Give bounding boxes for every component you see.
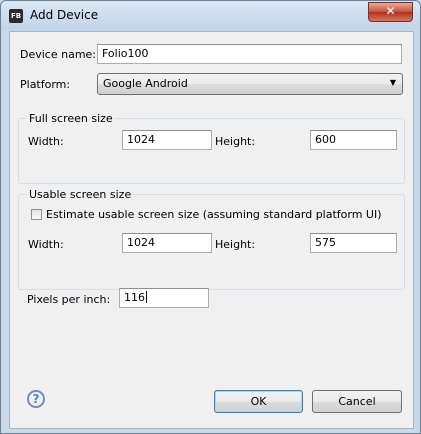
ppi-value: 116 [124, 291, 145, 304]
usable-width-label: Width: [28, 238, 64, 251]
usable-height-input[interactable]: 575 [310, 233, 397, 253]
estimate-checkbox-label[interactable]: Estimate usable screen size (assuming st… [46, 208, 382, 221]
ppi-label: Pixels per inch: [27, 293, 111, 306]
dialog-title: Add Device [30, 8, 99, 22]
device-name-label: Device name: [20, 48, 97, 61]
usable-screen-size-group: Usable screen size Estimate usable scree… [18, 188, 405, 290]
usable-height-label: Height: [215, 238, 256, 251]
add-device-dialog: FB Add Device ✕ Device name: Folio100 Pl… [0, 0, 421, 434]
full-screen-size-title: Full screen size [27, 112, 115, 125]
ok-button[interactable]: OK [214, 390, 303, 413]
full-width-label: Width: [28, 135, 64, 148]
title-bar[interactable]: FB Add Device ✕ [1, 1, 420, 31]
help-icon[interactable]: ? [27, 390, 45, 408]
full-height-label: Height: [215, 135, 256, 148]
app-icon: FB [9, 9, 23, 23]
platform-selected-value: Google Android [103, 77, 188, 90]
device-name-input[interactable]: Folio100 [97, 44, 402, 64]
full-width-input[interactable]: 1024 [122, 130, 212, 150]
dialog-content: Device name: Folio100 Platform: Google A… [9, 31, 414, 429]
chevron-down-icon: ▼ [389, 78, 396, 87]
full-height-input[interactable]: 600 [310, 130, 397, 150]
close-button[interactable]: ✕ [368, 2, 413, 22]
platform-select[interactable]: Google Android ▼ [97, 73, 403, 95]
ppi-input[interactable]: 116 [119, 288, 209, 308]
full-screen-size-group: Full screen size Width: 1024 Height: 600 [18, 112, 405, 184]
usable-width-input[interactable]: 1024 [122, 233, 212, 253]
usable-screen-size-title: Usable screen size [27, 188, 134, 201]
estimate-checkbox[interactable] [31, 209, 42, 220]
text-caret [146, 291, 147, 303]
cancel-button[interactable]: Cancel [312, 390, 402, 413]
platform-label: Platform: [20, 78, 71, 91]
